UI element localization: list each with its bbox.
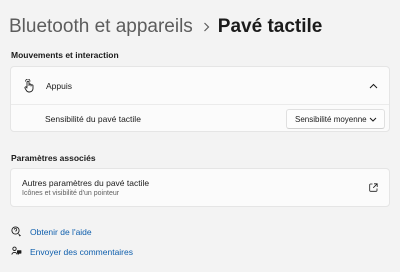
breadcrumb: Bluetooth et appareils Pavé tactile bbox=[9, 16, 322, 38]
open-external-icon bbox=[369, 183, 378, 192]
feedback-icon bbox=[11, 246, 22, 257]
tap-gesture-icon bbox=[22, 78, 36, 93]
other-touchpad-settings-item[interactable]: Autres paramètres du pavé tactile Icônes… bbox=[11, 169, 389, 206]
sensitivity-dropdown-value: Sensibilité moyenne bbox=[295, 114, 367, 124]
tap-expander-header[interactable]: Appuis bbox=[11, 67, 389, 104]
breadcrumb-parent-link[interactable]: Bluetooth et appareils bbox=[9, 16, 193, 38]
sensitivity-dropdown[interactable]: Sensibilité moyenne bbox=[286, 109, 385, 129]
page-title: Pavé tactile bbox=[217, 16, 323, 37]
other-touchpad-settings-text: Autres paramètres du pavé tactile Icônes… bbox=[22, 178, 149, 197]
section-title-interaction: Mouvements et interaction bbox=[11, 50, 119, 60]
related-settings-card[interactable]: Autres paramètres du pavé tactile Icônes… bbox=[10, 168, 390, 207]
help-link[interactable]: Obtenir de l'aide bbox=[11, 226, 92, 237]
other-touchpad-settings-label: Autres paramètres du pavé tactile bbox=[22, 178, 150, 188]
section-title-related: Paramètres associés bbox=[11, 153, 96, 163]
sensitivity-label: Sensibilité du pavé tactile bbox=[45, 113, 141, 124]
help-icon bbox=[11, 226, 22, 237]
tap-expander-label: Appuis bbox=[46, 80, 72, 91]
chevron-right-icon bbox=[203, 22, 210, 32]
other-touchpad-settings-sublabel: Icônes et visibilité d'un pointeur bbox=[22, 190, 120, 197]
feedback-link-label[interactable]: Envoyer des commentaires bbox=[30, 247, 133, 257]
feedback-link[interactable]: Envoyer des commentaires bbox=[11, 246, 133, 257]
chevron-up-icon[interactable] bbox=[369, 83, 378, 89]
help-link-label[interactable]: Obtenir de l'aide bbox=[30, 227, 92, 237]
chevron-down-icon bbox=[369, 117, 377, 122]
